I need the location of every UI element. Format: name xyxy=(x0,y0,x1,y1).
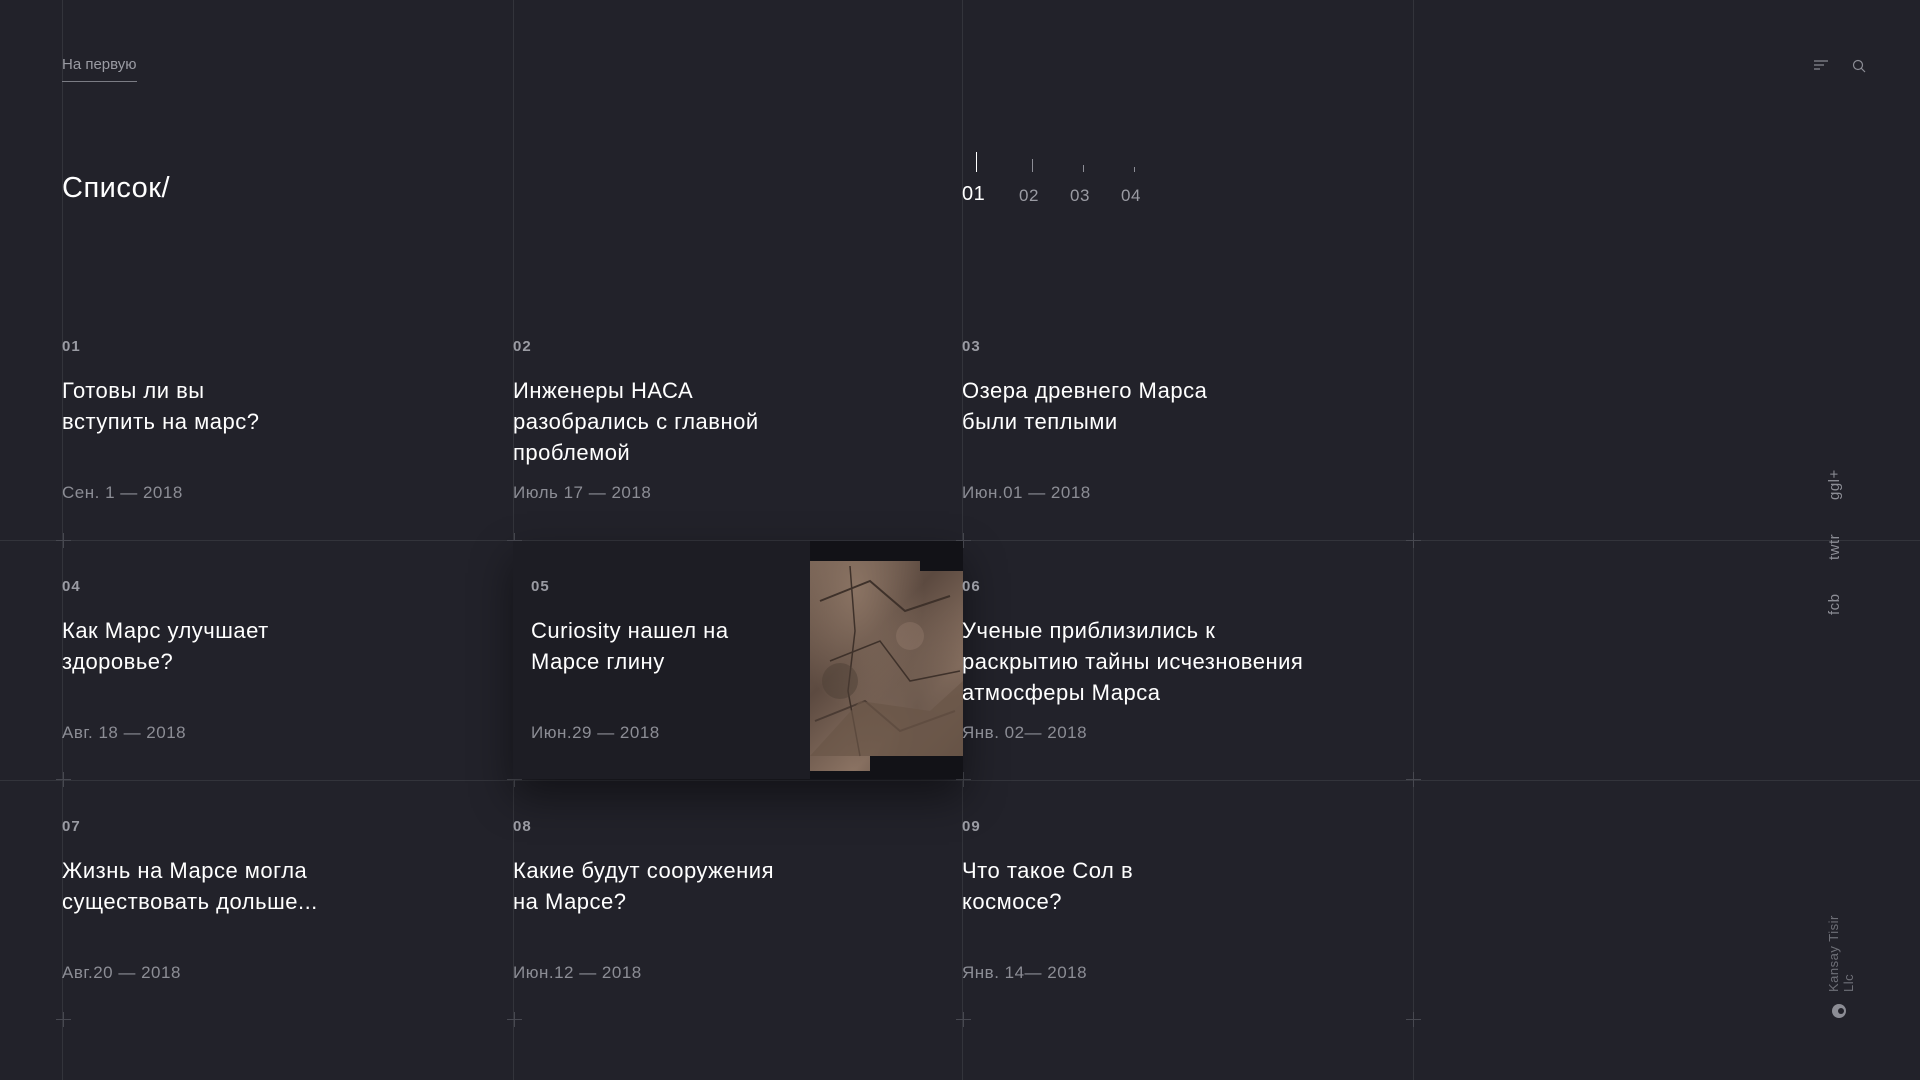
social-link-facebook[interactable]: fcb xyxy=(1826,593,1843,615)
title-line: космосе? xyxy=(962,889,1062,914)
menu-icon[interactable] xyxy=(1813,58,1829,72)
article-card-03[interactable]: 03 Озера древнего Марса были теплыми Июн… xyxy=(962,0,1412,502)
article-title: Что такое Сол в космосе? xyxy=(962,855,1133,917)
grid-crosshair xyxy=(56,772,71,787)
grid-crosshair xyxy=(1406,1012,1421,1027)
article-date: Июн.29 — 2018 xyxy=(531,723,660,742)
article-date: Авг.20 — 2018 xyxy=(62,963,181,982)
article-date: Июн.12 — 2018 xyxy=(513,963,642,982)
grid-crosshair xyxy=(56,1012,71,1027)
article-card-08[interactable]: 08 Какие будут сооружения на Марсе? Июн.… xyxy=(513,480,963,982)
title-line: существовать дольше... xyxy=(62,889,318,914)
brand-name: Kansay Tisir Llc xyxy=(1826,915,1856,992)
article-title: Жизнь на Марсе могла существовать дольше… xyxy=(62,855,318,917)
article-number: 07 xyxy=(62,818,81,835)
article-number: 02 xyxy=(513,338,532,355)
article-date: Янв. 02— 2018 xyxy=(962,723,1088,742)
grid-crosshair xyxy=(1406,772,1421,787)
article-card-06[interactable]: 06 Ученые приблизились к раскрытию тайны… xyxy=(962,240,1412,742)
article-card-01[interactable]: 01 Готовы ли вы вступить на марс? Сен. 1… xyxy=(62,0,512,502)
article-date: Авг. 18 — 2018 xyxy=(62,723,187,742)
article-number: 09 xyxy=(962,818,981,835)
grid-crosshair xyxy=(956,1012,971,1027)
title-line: Жизнь на Марсе могла xyxy=(62,858,308,883)
article-card-09[interactable]: 09 Что такое Сол в космосе? Янв. 14— 201… xyxy=(962,480,1412,982)
search-icon[interactable] xyxy=(1851,58,1867,74)
article-card-05-featured[interactable]: 05 Curiosity нашел на Марсе глину Июн.29… xyxy=(531,240,981,742)
brand-logo-icon xyxy=(1832,1004,1846,1018)
grid-crosshair xyxy=(507,1012,522,1027)
social-link-google[interactable]: ggl+ xyxy=(1826,469,1843,500)
title-line: на Марсе? xyxy=(513,889,627,914)
article-title: Какие будут сооружения на Марсе? xyxy=(513,855,774,917)
article-card-04[interactable]: 04 Как Марс улучшает здоровье? Авг. 18 —… xyxy=(62,240,512,742)
article-date: Янв. 14— 2018 xyxy=(962,963,1088,982)
title-line: Что такое Сол в xyxy=(962,858,1134,883)
title-line: Какие будут сооружения xyxy=(513,858,774,883)
article-number: 08 xyxy=(513,818,532,835)
article-card-07[interactable]: 07 Жизнь на Марсе могла существовать дол… xyxy=(62,480,512,982)
social-link-twitter[interactable]: twtr xyxy=(1826,534,1843,560)
article-card-02[interactable]: 02 Инженеры НАСА разобрались с главной п… xyxy=(513,0,963,502)
